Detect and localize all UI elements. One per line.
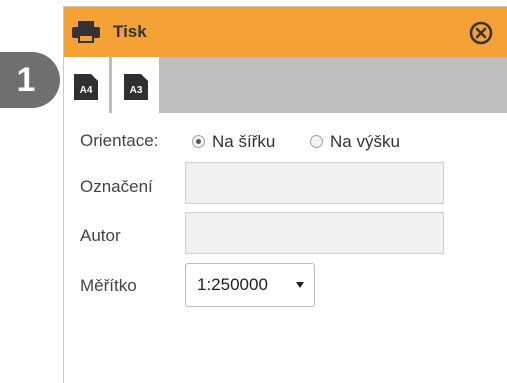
orientation-portrait-radio[interactable]	[310, 135, 323, 148]
designation-input[interactable]	[185, 162, 444, 204]
scale-select[interactable]: 1:250000	[185, 263, 315, 307]
panel-titlebar: Tisk	[64, 7, 507, 57]
print-panel: Tisk A4 A3 Orientace: Na šířku Na výšku …	[63, 6, 507, 383]
chevron-down-icon	[296, 282, 304, 288]
format-a3-button[interactable]: A3	[112, 57, 159, 113]
designation-label: Označení	[80, 177, 153, 196]
svg-text:A3: A3	[130, 85, 143, 96]
panel-title: Tisk	[113, 22, 147, 41]
document-a3-icon: A3	[124, 74, 148, 100]
orientation-label: Orientace:	[80, 131, 159, 150]
orientation-portrait-label[interactable]: Na výšku	[330, 132, 400, 152]
orientation-landscape-radio[interactable]	[192, 135, 205, 148]
document-a4-icon: A4	[74, 74, 98, 100]
scale-label: Měřítko	[80, 276, 137, 295]
format-toolbar: A4 A3	[64, 57, 507, 113]
svg-text:A4: A4	[80, 85, 93, 96]
scale-select-value: 1:250000	[197, 275, 268, 294]
author-label: Autor	[80, 226, 121, 245]
close-icon[interactable]	[469, 21, 493, 45]
author-input[interactable]	[185, 212, 444, 254]
step-badge: 1	[0, 52, 60, 108]
printer-icon	[72, 21, 100, 43]
orientation-landscape-label[interactable]: Na šířku	[212, 132, 275, 152]
format-a4-button[interactable]: A4	[64, 57, 109, 113]
